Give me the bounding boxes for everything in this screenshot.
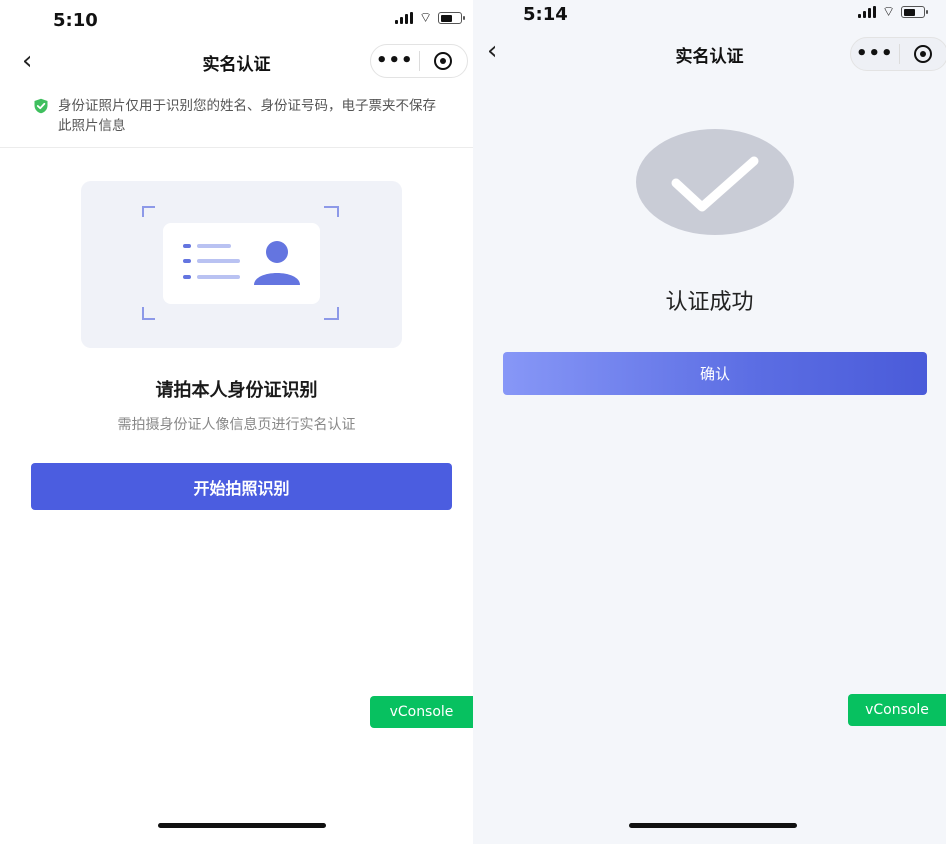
status-time: 5:10 (53, 10, 98, 31)
more-icon[interactable]: ••• (851, 44, 899, 64)
close-miniprogram-icon[interactable] (899, 45, 946, 63)
home-indicator (158, 823, 326, 828)
screen-start-capture: 5:10 ⌔ ‹ 实名认证 ••• 身份证照片仅用于识别您的姓名、身份证号码，电… (0, 0, 473, 844)
privacy-notice: 身份证照片仅用于识别您的姓名、身份证号码，电子票夹不保存此照片信息 (0, 94, 473, 148)
success-check-icon (636, 129, 794, 235)
confirm-button[interactable]: 确认 (503, 352, 927, 395)
start-capture-button[interactable]: 开始拍照识别 (31, 463, 452, 510)
navigation-bar: ‹ 实名认证 ••• (0, 42, 473, 82)
capture-subtitle: 需拍摄身份证人像信息页进行实名认证 (117, 417, 356, 433)
status-time: 5:14 (523, 4, 568, 25)
screen-verification-success: 5:14 ⌔ ‹ 实名认证 ••• 认证成功 确认 vConsole (473, 0, 946, 844)
checkmark-icon (671, 156, 759, 212)
miniprogram-capsule: ••• (850, 37, 946, 71)
wifi-icon: ⌔ (419, 10, 433, 26)
status-icons: ⌔ (395, 10, 466, 26)
signal-icon (858, 6, 876, 18)
home-indicator (629, 823, 797, 828)
navigation-bar: ‹ 实名认证 ••• (473, 36, 946, 76)
privacy-notice-text: 身份证照片仅用于识别您的姓名、身份证号码，电子票夹不保存此照片信息 (58, 98, 436, 134)
id-card-frame-icon (142, 206, 339, 320)
close-miniprogram-icon[interactable] (419, 52, 467, 70)
id-card-illustration (81, 181, 402, 348)
battery-icon (901, 6, 929, 18)
wifi-icon: ⌔ (882, 4, 896, 20)
battery-icon (438, 12, 466, 24)
capture-title: 请拍本人身份证识别 (155, 380, 318, 401)
shield-check-icon (34, 98, 48, 114)
vconsole-button[interactable]: vConsole (370, 696, 473, 728)
more-icon[interactable]: ••• (371, 51, 419, 71)
success-message: 认证成功 (665, 290, 754, 315)
vconsole-button[interactable]: vConsole (848, 694, 946, 726)
signal-icon (395, 12, 413, 24)
miniprogram-capsule: ••• (370, 44, 468, 78)
status-icons: ⌔ (858, 4, 929, 20)
